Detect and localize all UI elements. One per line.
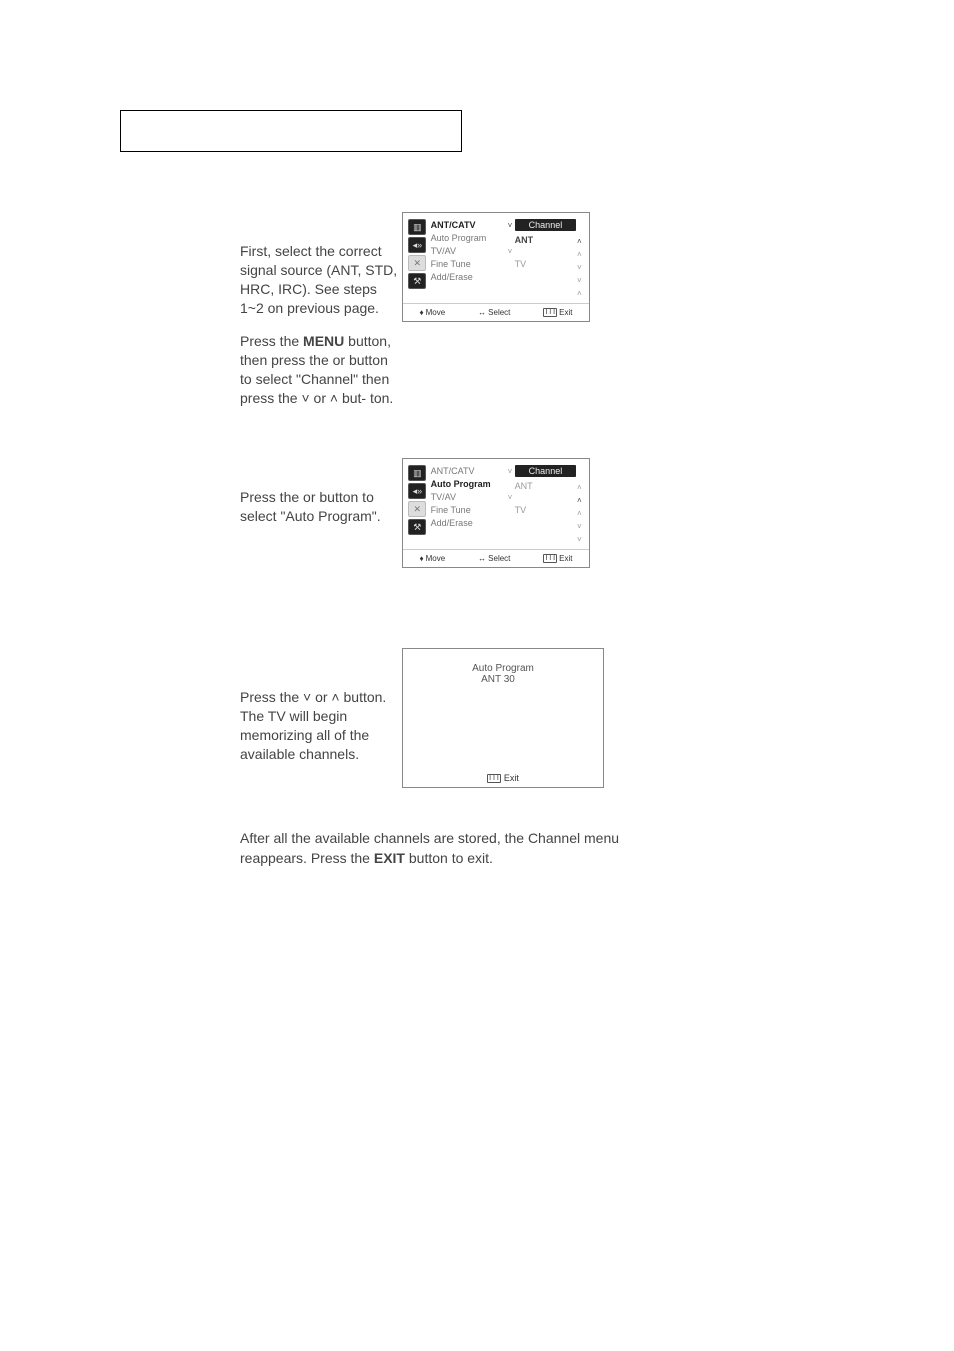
channel-tab-icon: ✕ xyxy=(408,501,426,517)
osd-item-autoprogram: Auto Program xyxy=(431,478,506,490)
osd2-footer: I I IExit xyxy=(403,773,603,783)
step-2-screenshot: ▥ ◂» ✕ ⚒ ANT/CATV Auto Program TV/AV Fin… xyxy=(402,458,590,568)
osd-item-adderase: Add/Erase xyxy=(431,517,506,529)
osd-tab-icons: ▥ ◂» ✕ ⚒ xyxy=(408,465,427,545)
osd-val-3 xyxy=(515,271,575,283)
osd-item-tvav: TV/AV xyxy=(431,491,506,503)
osd-footer: ♦ Move ↔ Select I I I Exit xyxy=(403,549,589,567)
sound-tab-icon: ◂» xyxy=(408,483,426,499)
osd-footer-exit: I I I Exit xyxy=(543,308,572,317)
osd-val-0: ANT xyxy=(515,481,575,493)
setup-tab-icon: ⚒ xyxy=(408,273,426,289)
picture-tab-icon: ▥ xyxy=(408,465,426,481)
picture-tab-icon: ▥ xyxy=(408,219,426,235)
menu-label: MENU xyxy=(303,333,344,349)
osd-menu-list: ANT/CATV Auto Program TV/AV Fine Tune Ad… xyxy=(427,219,506,299)
sound-tab-icon: ◂» xyxy=(408,237,426,253)
osd-val-3 xyxy=(515,517,575,529)
channel-tab-icon: ✕ xyxy=(408,255,426,271)
osd-title: Channel xyxy=(515,465,577,477)
osd-footer-move: ♦ Move xyxy=(420,554,446,563)
osd2-title: Auto Program xyxy=(453,663,553,674)
osd-item-tvav: TV/AV xyxy=(431,245,506,257)
osd-item-adderase: Add/Erase xyxy=(431,271,506,283)
osd2-value: ANT 30 xyxy=(453,674,553,685)
step-1-screenshot: ▥ ◂» ✕ ⚒ ANT/CATV Auto Program TV/AV Fin… xyxy=(402,212,590,322)
osd-footer: ♦ Move ↔ Select I I I Exit xyxy=(403,303,589,321)
osd-item-finetune: Fine Tune xyxy=(431,504,506,516)
osd-item-autoprogram: Auto Program xyxy=(431,232,506,244)
step-1-paragraph-a: First, select the correct signal source … xyxy=(240,242,400,318)
step-4-text: After all the available channels are sto… xyxy=(120,828,834,868)
osd-item-arrows-right: ˄˄˅˅˄ xyxy=(575,219,584,299)
osd-footer-move: ♦ Move xyxy=(420,308,446,317)
osd-val-0: ANT xyxy=(515,235,575,247)
manual-page: First, select the correct signal source … xyxy=(0,0,954,1351)
osd-footer-select: ↔ Select xyxy=(478,554,510,563)
menu-button-icon: I I I xyxy=(487,774,501,783)
osd-menu-list: ANT/CATV Auto Program TV/AV Fine Tune Ad… xyxy=(427,465,506,545)
osd-val-1 xyxy=(515,493,575,505)
osd-val-2: TV xyxy=(515,505,575,517)
osd-val-4 xyxy=(515,283,575,295)
osd-val-1 xyxy=(515,247,575,259)
osd-footer-exit: I I I Exit xyxy=(543,554,572,563)
step-1-paragraph-b: Press the MENU button, then press the or… xyxy=(240,332,400,408)
step-3: Press the ˅ or ˄ button. The TV will beg… xyxy=(120,648,834,788)
step-2: Press the or button to select "Auto Prog… xyxy=(120,458,834,598)
osd-val-2: TV xyxy=(515,259,575,271)
osd-item-arrows-left: ˅˅ xyxy=(505,465,514,545)
osd-title: Channel xyxy=(515,219,577,231)
osd-item-arrows-left: ˅˅ xyxy=(505,219,514,299)
exit-label: EXIT xyxy=(374,850,405,866)
osd-val-4 xyxy=(515,529,575,541)
step-1-text: First, select the correct signal source … xyxy=(120,212,400,408)
step-1: First, select the correct signal source … xyxy=(120,212,834,408)
osd-channel-menu-2: ▥ ◂» ✕ ⚒ ANT/CATV Auto Program TV/AV Fin… xyxy=(402,458,590,568)
osd-footer-select: ↔ Select xyxy=(478,308,510,317)
osd-right-column: Channel ANT TV xyxy=(515,465,575,545)
osd-autoprogram-progress: Auto Program ANT 30 I I IExit xyxy=(402,648,604,788)
osd-channel-menu-1: ▥ ◂» ✕ ⚒ ANT/CATV Auto Program TV/AV Fin… xyxy=(402,212,590,322)
step-3-screenshot: Auto Program ANT 30 I I IExit xyxy=(402,648,604,788)
osd-item-finetune: Fine Tune xyxy=(431,258,506,270)
step-2-text: Press the or button to select "Auto Prog… xyxy=(120,458,400,526)
osd-tab-icons: ▥ ◂» ✕ ⚒ xyxy=(408,219,427,299)
osd-item-arrows-right: ˄˄˄˅˅ xyxy=(575,465,584,545)
osd2-exit-label: Exit xyxy=(504,773,519,783)
osd-item-antcatv: ANT/CATV xyxy=(431,465,506,477)
step-3-text: Press the ˅ or ˄ button. The TV will beg… xyxy=(120,648,400,764)
osd-item-antcatv: ANT/CATV xyxy=(431,219,506,231)
setup-tab-icon: ⚒ xyxy=(408,519,426,535)
section-title-box xyxy=(120,110,462,152)
osd-right-column: Channel ANT TV xyxy=(515,219,575,299)
